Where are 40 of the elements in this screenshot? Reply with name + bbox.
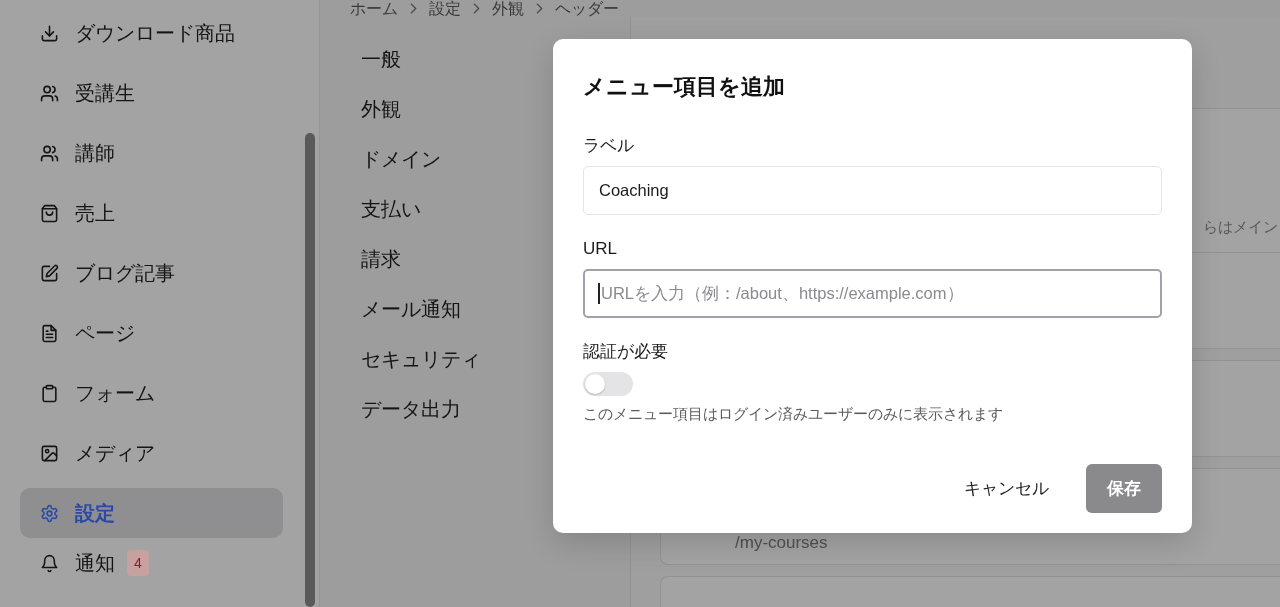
breadcrumb-current[interactable]: ヘッダー (555, 0, 619, 17)
pencil-square-icon (40, 263, 59, 283)
document-icon (40, 323, 59, 343)
chevron-right-icon (536, 3, 543, 14)
sidebar-item[interactable]: 通知 4 (20, 538, 283, 588)
sidebar-item[interactable]: メディア (20, 428, 283, 478)
cancel-button[interactable]: キャンセル (946, 464, 1067, 513)
path-text: /my-courses (735, 533, 828, 552)
download-icon (40, 23, 59, 43)
chevron-right-icon (473, 3, 480, 14)
sidebar-item[interactable]: 受講生 (20, 68, 283, 118)
field-label: ラベル (583, 135, 634, 157)
field-label: URL (583, 238, 617, 260)
text-input[interactable]: Coaching (583, 166, 1162, 215)
toggle-switch[interactable] (583, 372, 633, 396)
breadcrumb-link[interactable]: 設定 (429, 0, 461, 17)
chevron-right-icon (410, 3, 417, 14)
text-cursor-icon (598, 283, 600, 304)
settings-icon (40, 503, 59, 523)
shopping-bag-icon (40, 203, 59, 223)
users-icon (40, 143, 59, 163)
sidebar-item[interactable]: ページ (20, 308, 283, 358)
count-badge: 4 (127, 550, 149, 576)
clipboard-icon (40, 383, 59, 403)
sidebar-item[interactable]: 売上 (20, 188, 283, 238)
bell-icon (40, 553, 59, 573)
image-icon (40, 443, 59, 463)
scrollbar-thumb[interactable] (305, 133, 315, 607)
sidebar-item[interactable]: 講師 (20, 128, 283, 178)
description-text: らはメイン (1203, 218, 1278, 237)
breadcrumb-link[interactable]: ホーム (350, 0, 398, 17)
breadcrumb-link[interactable]: 外観 (492, 0, 524, 17)
sidebar-item[interactable]: フォーム (20, 368, 283, 418)
help-text: このメニュー項目はログイン済みユーザーのみに表示されます (583, 404, 1003, 424)
users-icon (40, 83, 59, 103)
text-input[interactable]: URLを入力（例：/about、https://example.com） (583, 269, 1162, 318)
field-label: 認証が必要 (583, 341, 668, 363)
sidebar-item[interactable]: ダウンロード商品 (20, 8, 283, 58)
sidebar-item[interactable]: ブログ記事 (20, 248, 283, 298)
dialog-title: メニュー項目を追加 (583, 73, 786, 101)
